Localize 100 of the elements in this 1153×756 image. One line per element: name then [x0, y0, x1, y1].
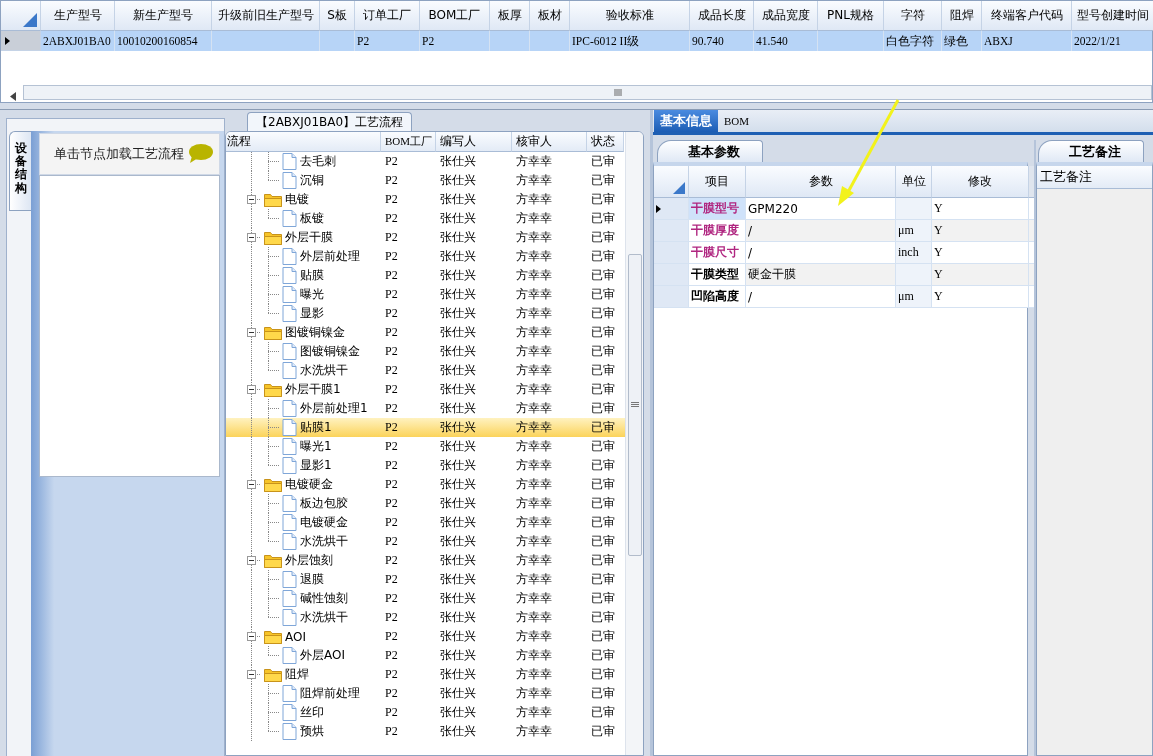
side-tab[interactable]: 设备结构 — [9, 131, 31, 211]
collapse-icon[interactable] — [247, 385, 256, 394]
select-all-icon[interactable] — [23, 13, 37, 27]
tree-item[interactable]: 水洗烘干 — [297, 362, 351, 379]
column-header[interactable]: 板厚 — [490, 1, 530, 31]
column-header[interactable]: 订单工厂 — [355, 1, 420, 31]
select-all-icon[interactable] — [673, 182, 685, 194]
column-header[interactable]: 升级前旧生产型号 — [212, 1, 320, 31]
tree-item[interactable]: 贴膜1 — [297, 419, 335, 436]
table-cell-text: 已审 — [590, 305, 616, 322]
column-header[interactable]: 项目 — [689, 166, 746, 198]
column-header[interactable]: 编写人 — [436, 132, 512, 152]
table-cell-text: 张仕兴 — [439, 305, 477, 322]
table-cell-text: 方幸幸 — [515, 647, 553, 664]
tree-item[interactable]: 外层干膜1 — [282, 381, 344, 398]
column-header[interactable]: 字符 — [884, 1, 942, 31]
tree-item[interactable]: 预烘 — [297, 723, 327, 740]
column-header[interactable]: 单位 — [896, 166, 932, 198]
column-header[interactable]: 生产型号 — [41, 1, 115, 31]
tree-item[interactable]: 碱性蚀刻 — [297, 590, 351, 607]
tree-item[interactable]: 板镀 — [297, 210, 327, 227]
document-icon — [282, 153, 297, 170]
item-text: 干膜类型 — [691, 266, 739, 283]
tree-item[interactable]: 外层AOI — [297, 647, 348, 664]
table-cell-text: 方幸幸 — [515, 704, 553, 721]
column-header[interactable]: BOM工厂 — [420, 1, 490, 31]
tree-item[interactable]: 丝印 — [297, 704, 327, 721]
grip-icon — [614, 89, 622, 96]
table-cell-text: 已审 — [590, 172, 616, 189]
table-cell-text: 已审 — [590, 590, 616, 607]
tree-item[interactable]: 贴膜 — [297, 267, 327, 284]
table-cell: inch — [896, 242, 932, 264]
horizontal-scrollbar[interactable] — [23, 85, 1152, 100]
tree-item[interactable]: 图镀铜镍金 — [282, 324, 348, 341]
table-cell-text: 方幸幸 — [515, 191, 553, 208]
table-cell-text: 已审 — [590, 153, 616, 170]
table-cell-text: 方幸幸 — [515, 229, 553, 246]
column-header[interactable]: 阻焊 — [942, 1, 982, 31]
tree-item[interactable]: 图镀铜镍金 — [297, 343, 363, 360]
collapse-icon[interactable] — [247, 632, 256, 641]
collapse-icon[interactable] — [247, 480, 256, 489]
tree-item[interactable]: 显影 — [297, 305, 327, 322]
column-header[interactable]: S板 — [320, 1, 355, 31]
tab[interactable]: 基本信息 — [654, 110, 718, 132]
tree-item[interactable]: 沉铜 — [297, 172, 327, 189]
table-row[interactable]: 2ABXJ01BA0 10010200160854 P2 P2 IPC-6012 II级 90.740 41.540 白色字符 绿色 ABXJ 2022/1/21 — [1, 31, 1152, 51]
tree-item[interactable]: 水洗烘干 — [297, 533, 351, 550]
tree-item[interactable]: 曝光 — [297, 286, 327, 303]
tree-item[interactable]: 外层前处理 — [297, 248, 363, 265]
table-cell-text: 张仕兴 — [439, 248, 477, 265]
table-cell-text: 已审 — [590, 647, 616, 664]
row-header[interactable] — [654, 198, 689, 220]
tree-item[interactable]: 退膜 — [297, 571, 327, 588]
column-header[interactable]: 流程 — [226, 132, 381, 152]
column-header[interactable]: 参数 — [746, 166, 896, 198]
tree-item[interactable]: 曝光1 — [297, 438, 335, 455]
process-tab[interactable]: 【2ABXJ01BA0】工艺流程 — [247, 112, 413, 131]
tree-item[interactable]: AOI — [282, 629, 309, 644]
scroll-left-icon[interactable] — [10, 92, 16, 101]
tree-item[interactable]: 阻焊前处理 — [297, 685, 363, 702]
column-header[interactable]: 核审人 — [512, 132, 587, 152]
column-header[interactable]: 型号创建时间 — [1072, 1, 1153, 31]
tree-item[interactable]: 电镀 — [282, 191, 312, 208]
vertical-scrollbar[interactable] — [625, 132, 643, 755]
tab[interactable]: 基本参数 — [657, 140, 763, 162]
collapse-icon[interactable] — [247, 328, 256, 337]
tab[interactable]: 工艺备注 — [1038, 140, 1144, 162]
column-header[interactable]: 验收标准 — [570, 1, 690, 31]
column-header[interactable]: 板材 — [530, 1, 570, 31]
tree-item[interactable]: 去毛刺 — [297, 153, 339, 170]
collapse-icon[interactable] — [247, 195, 256, 204]
collapse-icon[interactable] — [247, 670, 256, 679]
column-header[interactable]: 新生产型号 — [115, 1, 212, 31]
tree-item[interactable]: 阻焊 — [282, 666, 312, 683]
column-header[interactable]: 修改 — [932, 166, 1029, 198]
table-cell-text: P2 — [384, 286, 399, 303]
tree-item[interactable]: 外层前处理1 — [297, 400, 371, 417]
column-header[interactable]: BOM工厂 — [381, 132, 436, 152]
document-icon — [282, 267, 297, 284]
column-header[interactable]: 成品长度 — [690, 1, 754, 31]
tree-item[interactable]: 水洗烘干 — [297, 609, 351, 626]
tab[interactable]: BOM — [718, 110, 756, 132]
tree-item[interactable]: 外层干膜 — [282, 229, 336, 246]
tree-item[interactable]: 板边包胶 — [297, 495, 351, 512]
tree-item[interactable]: 电镀硬金 — [297, 514, 351, 531]
table-cell-text: 方幸幸 — [515, 305, 553, 322]
grip-icon — [630, 402, 639, 408]
table-cell-text: 已审 — [590, 495, 616, 512]
table-cell-text: 张仕兴 — [439, 153, 477, 170]
table-cell-text: 张仕兴 — [439, 533, 477, 550]
column-header[interactable]: PNL规格 — [818, 1, 884, 31]
collapse-icon[interactable] — [247, 233, 256, 242]
collapse-icon[interactable] — [247, 556, 256, 565]
tree-item[interactable]: 电镀硬金 — [282, 476, 336, 493]
column-header[interactable]: 成品宽度 — [754, 1, 818, 31]
tree-item[interactable]: 外层蚀刻 — [282, 552, 336, 569]
column-header[interactable]: 状态 — [587, 132, 624, 152]
folder-icon — [264, 553, 282, 568]
tree-item[interactable]: 显影1 — [297, 457, 335, 474]
column-header[interactable]: 终端客户代码 — [982, 1, 1072, 31]
